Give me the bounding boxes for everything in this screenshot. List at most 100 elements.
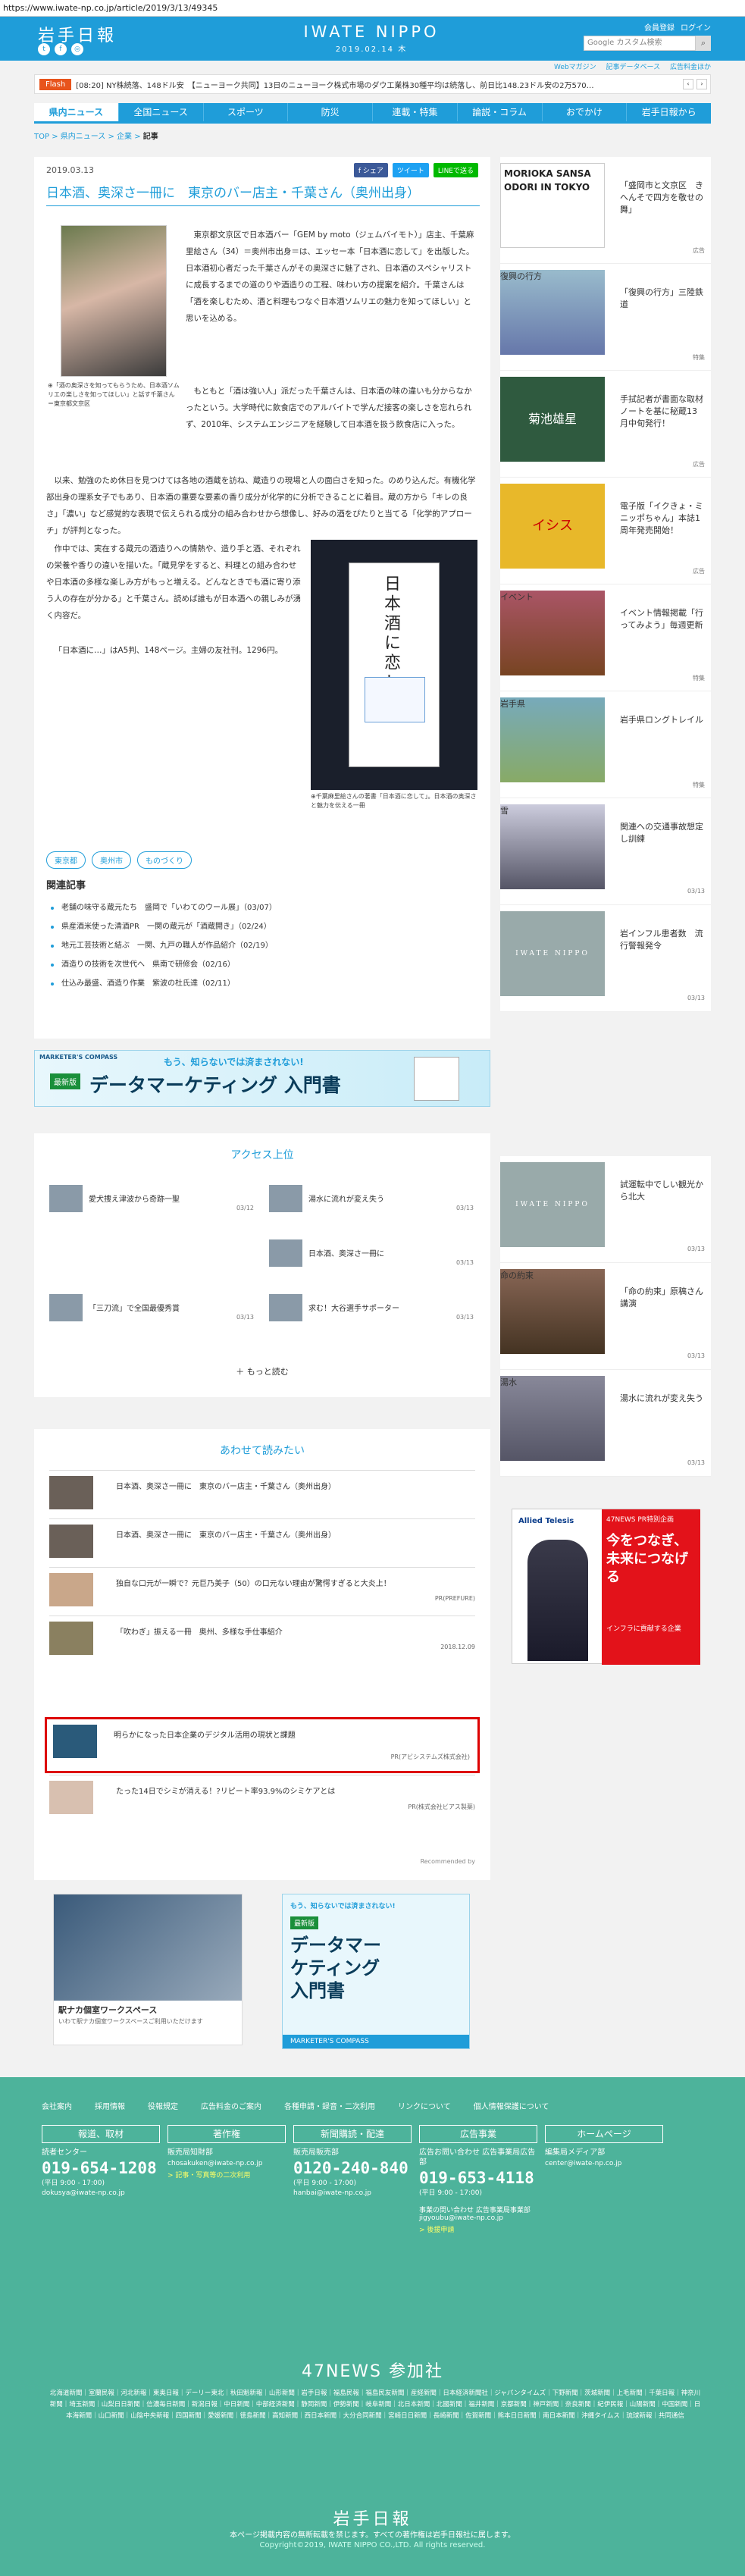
nav-sports[interactable]: スポーツ: [204, 103, 289, 121]
recommended-item[interactable]: 日本酒、奥深さ一冊に 東京のバー店主・千葉さん（奥州出身）: [49, 1470, 475, 1518]
sidebar-item[interactable]: 湯水 湯水に流れが変え失う 03/13: [500, 1370, 711, 1477]
footer-link[interactable]: リンクについて: [398, 2100, 451, 2111]
ad-banner-marketing[interactable]: MARKETER'S COMPASS もう、知らないでは済まされない! 最新版 …: [34, 1050, 490, 1107]
access-heading: アクセス上位: [230, 1149, 294, 1161]
sidebar-item[interactable]: イベント イベント情報掲載「行ってみよう」毎週更新 特集: [500, 584, 711, 691]
ad-at-brand: Allied Telesis: [518, 1517, 574, 1525]
nav-outing[interactable]: おでかけ: [543, 103, 628, 121]
nav-from-iwate-nippo[interactable]: 岩手日報から: [627, 103, 711, 121]
ad-at-text: 今をつなぎ、未来につなげる: [606, 1533, 688, 1585]
ad-workspace-sub: いわて駅ナカ個室ワークスペースご利用いただけます: [58, 2018, 203, 2025]
flash-text[interactable]: [08:20] NY株続落、148ドル安 【ニューヨーク共同】13日のニューヨー…: [76, 79, 680, 90]
sponsorship-link[interactable]: > 後援申請: [419, 2224, 537, 2234]
email-link[interactable]: chosakuken@iwate-np.co.jp: [167, 2160, 286, 2167]
footer-link[interactable]: 会社案内: [42, 2100, 72, 2111]
article-photo[interactable]: [61, 225, 167, 377]
recommended-item[interactable]: 独自な口元が一瞬で？元巨乃美子（50）の口元ない理由が驚愕すぎると大炎上！ PR(…: [49, 1567, 475, 1615]
nav-columns[interactable]: 論説・コラム: [458, 103, 543, 121]
main-nav: 県内ニュース 全国ニュース スポーツ 防災 連載・特集 論説・コラム おでかけ …: [34, 103, 711, 121]
footer-link[interactable]: 個人情報保護について: [474, 2100, 549, 2111]
chevron-right-icon[interactable]: ›: [696, 79, 707, 89]
read-more-button[interactable]: ＋ もっと読む: [34, 1365, 490, 1377]
phone-number[interactable]: 0120-240-840: [293, 2159, 412, 2177]
search-icon[interactable]: ⌕: [696, 36, 711, 51]
email-link[interactable]: dokusya@iwate-np.co.jp: [42, 2189, 160, 2197]
recommended-item[interactable]: 日本酒、奥深さ一冊に 東京のバー店主・千葉さん（奥州出身）: [49, 1518, 475, 1567]
brand-block[interactable]: IWATE NIPPO 2019.02.14 木: [299, 23, 443, 54]
facebook-icon[interactable]: f: [55, 43, 67, 55]
footer-link[interactable]: 各種申請・録音・二次利用: [284, 2100, 375, 2111]
login-link[interactable]: ログイン: [681, 21, 711, 33]
sidebar-item[interactable]: IWATE NIPPO 試運転中でしい観光から北大 03/13: [500, 1156, 711, 1263]
ad-allied-telesis[interactable]: Allied Telesis 47NEWS PR特別企画 今をつなぎ、未来につな…: [512, 1509, 700, 1665]
phone-number[interactable]: 019-654-1208: [42, 2159, 160, 2177]
facebook-share-button[interactable]: f シェア: [353, 163, 388, 177]
register-link[interactable]: 会員登録: [644, 21, 675, 33]
tag-monozukuri[interactable]: ものづくり: [137, 851, 192, 869]
article-title: 日本酒、奥深さ一冊に 東京のバー店主・千葉さん（奥州出身）: [46, 182, 480, 206]
footer-link[interactable]: 役報規定: [148, 2100, 178, 2111]
nav-local-news[interactable]: 県内ニュース: [34, 103, 119, 121]
article-paragraph-4: 作中では、実在する蔵元の酒造りへの情熱や、造り手と酒、それぞれの栄養や香りの違い…: [46, 544, 301, 620]
access-item[interactable]: 湯水に流れが変え失う 03/13: [269, 1185, 474, 1212]
chevron-left-icon[interactable]: ‹: [683, 79, 693, 89]
recommended-item[interactable]: たった14日でシミが消える！?リピート率93.9%のシミケアとは PR(株式会社ビ…: [49, 1775, 475, 1825]
ad-top-text: もう、知らないでは済まされない!: [290, 1903, 396, 1910]
footer-logo[interactable]: 岩手日報: [0, 2505, 745, 2530]
instagram-icon[interactable]: ◎: [71, 43, 83, 55]
nav-disaster[interactable]: 防災: [288, 103, 373, 121]
related-item[interactable]: 地元工芸技術と結ぶ 一関、九戸の職人が作品紹介（02/19）: [46, 936, 480, 955]
breadcrumb-business[interactable]: 企業: [117, 133, 132, 141]
footer-col-subscription: 新聞購読・配達 販売局販売部 0120-240-840 (平日 9:00 - 17:0…: [293, 2125, 412, 2234]
email-link[interactable]: 事業の問い合わせ 広告事業局事業部 jigyoubu@iwate-np.co.j…: [419, 2205, 537, 2222]
subnav-database[interactable]: 記事データベース: [606, 64, 661, 71]
related-item[interactable]: 酒造りの技術を次世代へ 県南で研修会（02/16）: [46, 955, 480, 974]
subnav-ad-rates[interactable]: 広告料金ほか: [670, 64, 711, 71]
recommended-item-highlighted[interactable]: 明らかになった日本企業のデジタル活用の現状と課題 PR(アビシステムズ株式会社): [45, 1717, 480, 1773]
breadcrumb-top[interactable]: TOP: [34, 133, 49, 141]
banner-badge: 最新版: [50, 1073, 80, 1089]
nav-national-news[interactable]: 全国ニュース: [119, 103, 204, 121]
access-item[interactable]: 求む！大谷選手サポーター 03/13: [269, 1294, 474, 1321]
flash-nav: ‹ ›: [680, 79, 710, 89]
breadcrumb-local[interactable]: 県内ニュース: [61, 133, 106, 141]
related-item[interactable]: 老舗の味守る蔵元たち 盛岡で「いわてのウール展」（03/07）: [46, 898, 480, 917]
tweet-button[interactable]: ツイート: [392, 163, 429, 177]
email-link[interactable]: hanbai@iwate-np.co.jp: [293, 2189, 412, 2197]
sidebar-item[interactable]: 岩手県 岩手県ロングトレイル 特集: [500, 691, 711, 798]
footer-link[interactable]: 採用情報: [95, 2100, 125, 2111]
sidebar-item[interactable]: 命の約束 「命の約束」原稿さん講演 03/13: [500, 1263, 711, 1370]
sidebar-item[interactable]: IWATE NIPPO 岩インフル患者数 流行警報発令 03/13: [500, 905, 711, 1012]
sidebar-item[interactable]: 復興の行方 「復興の行方」三陸鉄道 特集: [500, 264, 711, 371]
sidebar-top: MORIOKA SANSA ODORI IN TOKYO 「盛岡市と文京区 きへん…: [500, 157, 711, 1012]
sidebar-item[interactable]: イシス 電子版「イクきょ・ミニッポちゃん」本誌1周年発売開始！ 広告: [500, 478, 711, 584]
email-link[interactable]: center@iwate-np.co.jp: [545, 2160, 663, 2167]
sidebar-item[interactable]: 菊池雄星 手拭記者が書面な取材ノートを基に秘蔵13月中旬発行！ 広告: [500, 371, 711, 478]
ad-workspace[interactable]: 駅ナカ個室ワークスペース いわて駅ナカ個室ワークスペースご利用いただけます: [53, 1894, 243, 2045]
tag-tokyo[interactable]: 東京都: [46, 851, 86, 869]
site-footer: 会社案内 採用情報 役報規定 広告料金のご案内 各種申請・録音・二次利用 リンク…: [0, 2077, 745, 2576]
47news-papers[interactable]: 北海道新聞｜室蘭民報｜河北新報｜東奥日報｜デーリー東北｜秋田魁新報｜山形新聞｜岩…: [49, 2388, 701, 2422]
tag-oshu[interactable]: 奥州市: [92, 851, 131, 869]
access-item[interactable]: 「三刀流」で全国最優秀賞 03/13: [49, 1294, 254, 1321]
access-item[interactable]: 愛犬捜え津波から奇跡一聖 03/12: [49, 1185, 254, 1212]
related-item[interactable]: 県産酒米使った清酒PR 一関の蔵元が「酒蔵開き」（02/24）: [46, 917, 480, 936]
book-photo[interactable]: 日本酒に恋して: [311, 540, 477, 790]
search-input[interactable]: Google カスタム検索: [584, 36, 696, 51]
recommended-item[interactable]: 「吹わぎ」振える一冊 奥州、多様な手仕事紹介 2018.12.09: [49, 1615, 475, 1664]
secondary-use-link[interactable]: > 記事・写真等の二次利用: [167, 2170, 286, 2180]
sidebar-item[interactable]: 雪関連への交通事故想定し訓練 03/13: [500, 798, 711, 905]
subnav-web-magazine[interactable]: Webマガジン: [554, 64, 596, 71]
breadcrumb-current: 記事: [142, 133, 158, 141]
sidebar-item[interactable]: MORIOKA SANSA ODORI IN TOKYO 「盛岡市と文京区 きへん…: [500, 157, 711, 264]
footer-link[interactable]: 広告料金のご案内: [201, 2100, 261, 2111]
line-share-button[interactable]: LINEで送る: [433, 163, 478, 177]
url-bar[interactable]: https://www.iwate-np.co.jp/article/2019/…: [0, 0, 745, 17]
access-item[interactable]: 日本酒、奥深さ一冊に 03/13: [269, 1239, 474, 1267]
related-item[interactable]: 仕込み最盛、酒造り作業 紫波の杜氏達（02/11）: [46, 974, 480, 993]
ad-marketing-square[interactable]: もう、知らないでは済まされない! 最新版 データマーケティング入門書 MARKE…: [282, 1894, 470, 2049]
twitter-icon[interactable]: t: [38, 43, 50, 55]
phone-number[interactable]: 019-653-4118: [419, 2169, 537, 2187]
nav-features[interactable]: 連載・特集: [373, 103, 458, 121]
ad-at-person: [527, 1540, 588, 1661]
